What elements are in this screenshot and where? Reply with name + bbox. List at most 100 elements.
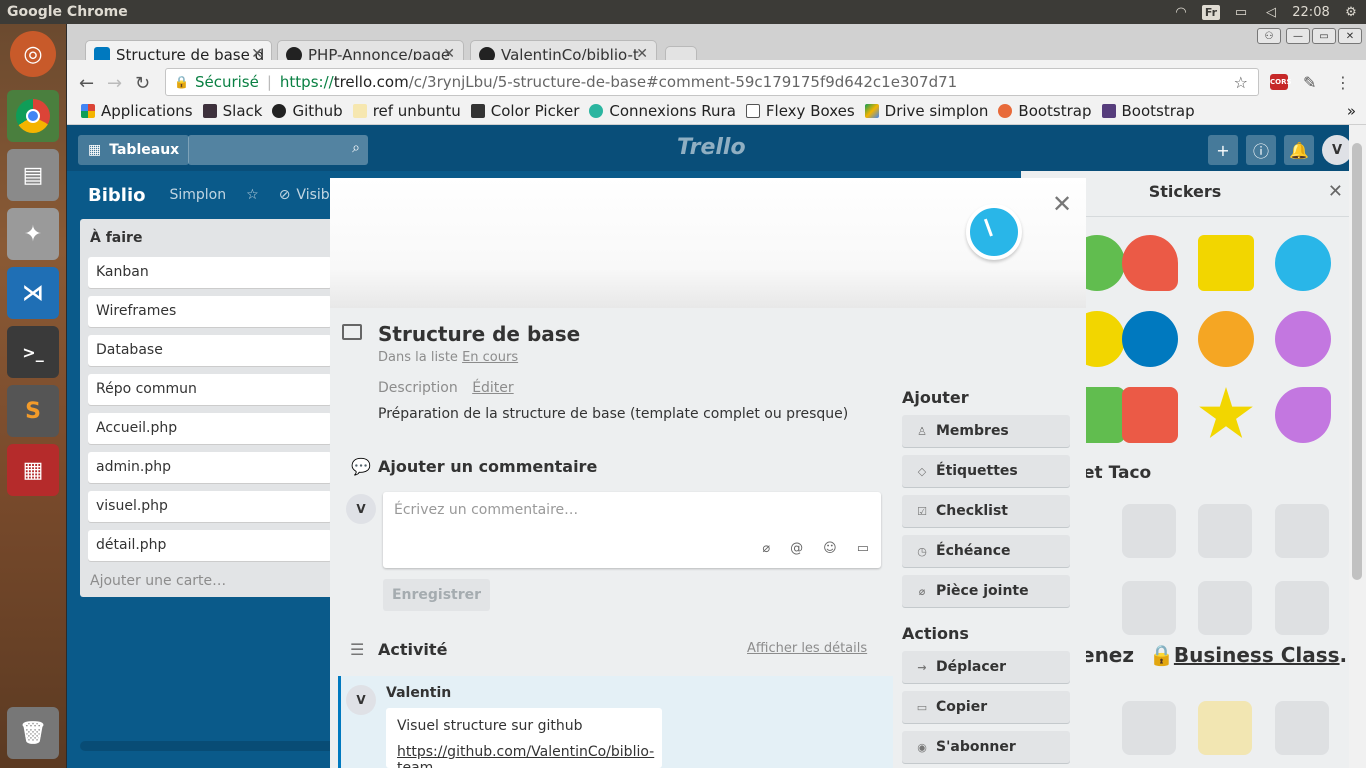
list-card[interactable]: admin.php (88, 452, 332, 483)
minimize-icon[interactable]: — (1286, 28, 1310, 44)
star-sticker-icon[interactable] (1199, 387, 1253, 438)
board-title[interactable]: Biblio (88, 185, 145, 206)
keyboard-layout-indicator[interactable]: Fr (1196, 0, 1226, 24)
workspace-switcher-icon[interactable]: ▦ (7, 444, 59, 496)
bookmark-connexions[interactable]: Connexions Rura (589, 102, 736, 120)
list-link[interactable]: En cours (462, 350, 518, 365)
paperclip-icon[interactable]: ⌀ (762, 541, 770, 556)
taco-sticker-icon[interactable] (1198, 701, 1252, 755)
info-icon[interactable]: ⓘ (1246, 135, 1276, 165)
taco-sticker-icon[interactable] (1198, 504, 1252, 558)
list-card[interactable]: Kanban (88, 257, 332, 288)
close-icon[interactable]: ✕ (1328, 181, 1343, 202)
eyedropper-extension-icon[interactable]: ✎ (1303, 73, 1316, 92)
avatar[interactable]: V (1322, 135, 1349, 165)
taco-sticker-icon[interactable] (1275, 701, 1329, 755)
bookmark-bootstrap-1[interactable]: Bootstrap (998, 102, 1092, 120)
sublime-icon[interactable]: S (7, 385, 59, 437)
trash-icon[interactable]: 🗑 (7, 707, 59, 759)
close-icon[interactable]: ✕ (1052, 190, 1072, 218)
bookmark-apps[interactable]: Applications (81, 102, 193, 120)
frown-sticker-icon[interactable] (1198, 311, 1254, 367)
wifi-icon[interactable]: ◠ (1166, 0, 1196, 24)
sad-sticker-icon[interactable] (1275, 311, 1331, 367)
page-vertical-scrollbar[interactable] (1349, 125, 1366, 768)
ubuntu-dash-icon[interactable]: ◎ (10, 31, 56, 77)
battery-icon[interactable]: ▭ (1226, 0, 1256, 24)
save-button[interactable]: Enregistrer (383, 579, 490, 611)
list-title[interactable]: À faire (80, 219, 340, 257)
emoji-icon[interactable]: ☺ (823, 541, 837, 556)
card-title[interactable]: Structure de base (378, 322, 580, 346)
profile-icon[interactable]: ⚇ (1257, 28, 1281, 44)
comment-input[interactable]: Écrivez un commentaire… ⌀ @ ☺ ▭ (383, 492, 881, 568)
activity-author[interactable]: Valentin (386, 685, 451, 701)
attachment-button[interactable]: ⌀ Pièce jointe (902, 575, 1070, 607)
menu-icon[interactable]: ⋮ (1335, 73, 1351, 92)
bookmark-ref-ubuntu[interactable]: ref unbuntu (352, 102, 461, 120)
boards-button[interactable]: ▦ Tableaux (78, 135, 190, 165)
settings-icon[interactable]: ✦ (7, 208, 59, 260)
taco-sticker-icon[interactable] (1122, 701, 1176, 755)
clock-sticker-icon[interactable] (966, 204, 1022, 260)
bookmark-star-icon[interactable]: ☆ (1234, 73, 1248, 92)
checklist-button[interactable]: ☑ Checklist (902, 495, 1070, 527)
chrome-icon[interactable] (7, 90, 59, 142)
search-input[interactable]: ⌕ (188, 135, 368, 165)
vscode-icon[interactable]: ⋊ (7, 267, 59, 319)
taco-sticker-icon[interactable] (1275, 504, 1329, 558)
taco-sticker-icon[interactable] (1122, 581, 1176, 635)
thumbsdown-sticker-icon[interactable] (1122, 387, 1178, 443)
maximize-icon[interactable]: ▭ (1312, 28, 1336, 44)
scrollbar-thumb[interactable] (1352, 143, 1362, 580)
copy-button[interactable]: ▭ Copier (902, 691, 1070, 723)
bell-icon[interactable]: 🔔 (1284, 135, 1314, 165)
edit-description-link[interactable]: Éditer (472, 380, 513, 396)
new-tab-button[interactable] (665, 46, 697, 60)
terminal-icon[interactable]: >_ (7, 326, 59, 378)
avatar[interactable]: V (346, 494, 376, 524)
move-button[interactable]: → Déplacer (902, 651, 1070, 683)
heart-sticker-icon[interactable] (1122, 235, 1178, 291)
board-horizontal-scrollbar[interactable] (80, 741, 340, 751)
clock-sticker-icon[interactable] (1275, 235, 1331, 291)
cors-extension-icon[interactable]: CORS (1270, 74, 1292, 90)
card-attach-icon[interactable]: ▭ (857, 541, 869, 556)
taco-sticker-icon[interactable] (1122, 504, 1176, 558)
bookmark-bootstrap-2[interactable]: Bootstrap (1101, 102, 1195, 120)
add-card-link[interactable]: Ajouter une carte… (80, 569, 340, 593)
bookmark-drive[interactable]: Drive simplon (864, 102, 988, 120)
taco-sticker-icon[interactable] (1198, 581, 1252, 635)
files-icon[interactable]: ▤ (7, 149, 59, 201)
list-card[interactable]: Accueil.php (88, 413, 332, 444)
reload-icon[interactable]: ↻ (135, 73, 150, 94)
trello-logo[interactable]: Trello (677, 135, 746, 160)
avatar[interactable]: V (346, 685, 376, 715)
show-details-link[interactable]: Afficher les détails (747, 641, 867, 656)
star-icon[interactable]: ☆ (246, 187, 259, 203)
bookmark-github[interactable]: Github (272, 102, 343, 120)
description-text[interactable]: Préparation de la structure de base (tem… (378, 406, 848, 422)
gear-icon[interactable]: ⚙ (1336, 0, 1366, 24)
forward-icon[interactable]: → (107, 73, 122, 94)
rocket-sticker-icon[interactable] (1275, 387, 1331, 443)
close-window-icon[interactable]: ✕ (1338, 28, 1362, 44)
bookmark-slack[interactable]: Slack (202, 102, 262, 120)
due-date-button[interactable]: ◷ Échéance (902, 535, 1070, 567)
clock[interactable]: 22:08 (1286, 0, 1336, 24)
list-card[interactable]: Database (88, 335, 332, 366)
members-button[interactable]: ♙ Membres (902, 415, 1070, 447)
add-icon[interactable]: + (1208, 135, 1238, 165)
back-icon[interactable]: ← (79, 73, 94, 94)
volume-icon[interactable]: ◁ (1256, 0, 1286, 24)
activity-comment-link[interactable]: https://github.com/ValentinCo/biblio-tea… (397, 744, 662, 768)
subscribe-button[interactable]: ◉ S'abonner (902, 731, 1070, 763)
bookmark-flexy-boxes[interactable]: Flexy Boxes (745, 102, 855, 120)
list-card[interactable]: détail.php (88, 530, 332, 561)
business-class-link[interactable]: Business Class (1174, 643, 1340, 667)
mention-icon[interactable]: @ (790, 541, 803, 556)
labels-button[interactable]: ◇ Étiquettes (902, 455, 1070, 487)
list-card[interactable]: visuel.php (88, 491, 332, 522)
address-bar[interactable]: 🔒 Sécurisé | https:// trello.com /c/3ryn… (165, 68, 1259, 96)
bookmark-color-picker[interactable]: Color Picker (470, 102, 579, 120)
